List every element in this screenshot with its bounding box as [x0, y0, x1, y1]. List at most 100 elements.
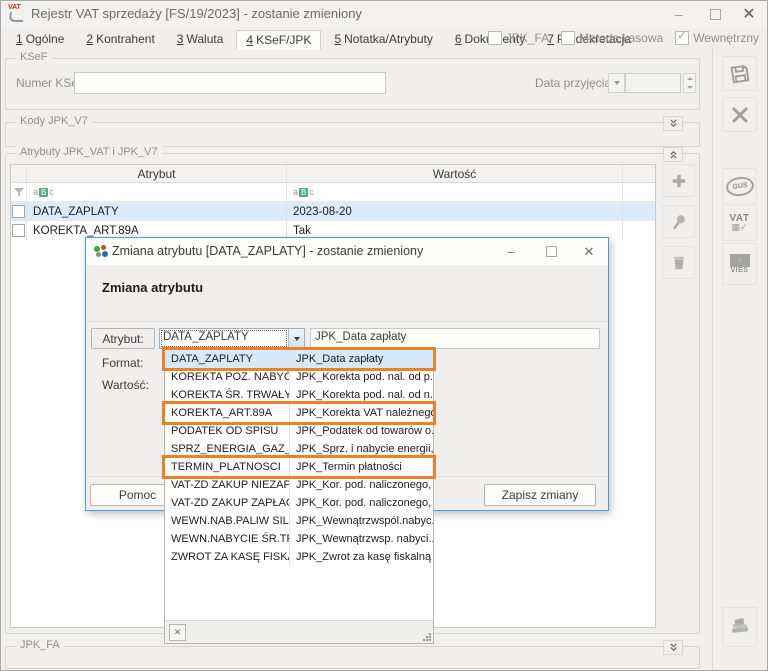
gus-button[interactable]: GUS	[722, 168, 757, 204]
trash-icon	[673, 256, 684, 269]
vat-app-icon: VAT	[7, 4, 26, 23]
row-checkbox[interactable]	[12, 224, 25, 237]
vat-check-button[interactable]: VAT ▦✓	[722, 205, 757, 241]
flag-jpk-fa: JPK_FA	[487, 31, 549, 45]
vat-check-icon: ▦✓	[731, 222, 748, 232]
cancel-x-icon	[732, 107, 747, 122]
edit-attribute-button[interactable]	[662, 205, 695, 238]
eu-flag-icon: ⁘	[729, 254, 750, 267]
dialog-heading: Zmiana atrybutu	[102, 280, 204, 295]
atrybuty-legend: Atrybuty JPK_VAT i JPK_V7	[16, 146, 162, 158]
atrybut-desc-field[interactable]: JPK_Data zapłaty	[310, 328, 600, 349]
dropdown-item[interactable]: KOREKTA ŚR. TRWAŁYCHJPK_Korekta pod. nal…	[165, 386, 433, 404]
ksef-group: KSeF Numer KSeF Data przyjęcia	[5, 51, 700, 110]
clear-filter-button[interactable]: ✕	[169, 624, 186, 641]
window-titlebar: VAT Rejestr VAT sprzedaży [FS/19/2023] -…	[1, 1, 767, 28]
flag-wewnetrzny: Wewnętrzny	[675, 29, 759, 45]
dropdown-item[interactable]: KOREKTA_ART.89A JPK_Korekta VAT należnego…	[162, 401, 436, 425]
dropdown-item[interactable]: WEWN.NAB.PALIW SILN. JPK_Wewnątrzwspól.na…	[165, 512, 433, 530]
tab-notatka-atrybuty[interactable]: 5 Notatka/Atrybuty	[325, 30, 441, 50]
atrybut-combobox-value: DATA_ZAPLATY	[160, 329, 288, 348]
atrybut-combobox[interactable]: DATA_ZAPLATY	[159, 328, 305, 349]
tab-kontrahent[interactable]: 2 Kontrahent	[77, 30, 163, 50]
dropdown-item[interactable]: SPRZ_ENERGIA_GAZ_OOJPK_Sprz. i nabycie e…	[165, 440, 433, 458]
data-przyjecia-spinner	[683, 73, 696, 93]
data-przyjecia-dropdown	[608, 73, 625, 93]
ledger-button[interactable]	[722, 607, 757, 647]
ledger-books-icon	[731, 618, 748, 633]
dropdown-item[interactable]: DATA_ZAPLATY JPK_Data zapłaty	[162, 347, 436, 371]
table-row[interactable]: DATA_ZAPLATY 2023-08-20	[11, 202, 655, 221]
ksef-legend: KSeF	[16, 51, 52, 63]
delete-attribute-button[interactable]	[662, 246, 695, 279]
attribute-dropdown-list: DATA_ZAPLATY JPK_Data zapłaty KOREKTA POZ…	[162, 347, 436, 644]
flag-metoda-kasowa: Metoda kasowa	[561, 31, 663, 45]
filter-cell-wartosc[interactable]: aBc	[287, 183, 623, 201]
attribute-dialog-icon	[94, 245, 108, 258]
data-przyjecia-value	[625, 73, 681, 93]
main-window: VAT Rejestr VAT sprzedaży [FS/19/2023] -…	[0, 0, 768, 671]
cancel-button[interactable]	[722, 97, 757, 132]
filter-funnel-icon	[13, 187, 24, 197]
gus-icon: GUS	[724, 174, 755, 198]
numer-ksef-input[interactable]	[74, 72, 386, 94]
dropdown-item[interactable]: TERMIN_PLATNOSCI JPK_Termin płatności	[162, 455, 436, 479]
kody-jpk-v7-group: Kody JPK_V7	[5, 115, 700, 147]
kody-jpk-v7-legend: Kody JPK_V7	[16, 115, 92, 127]
save-floppy-icon	[730, 64, 749, 83]
dropdown-item[interactable]: KOREKTA POZ. NABYĆ JPK_Korekta pod. nal. …	[165, 368, 433, 386]
tab-waluta[interactable]: 3 Waluta	[168, 30, 233, 50]
cell-atrybut: DATA_ZAPLATY	[27, 202, 287, 221]
dropdown-footer: ✕	[165, 620, 433, 643]
dropdown-item[interactable]: ZWROT ZA KASĘ FISKAL JPK_Zwrot za kasę fi…	[165, 548, 433, 566]
format-label: Format:	[102, 356, 144, 370]
kody-expand-chevron-icon[interactable]	[663, 116, 683, 131]
vies-label: VIES	[730, 267, 749, 274]
resize-grip[interactable]	[423, 633, 431, 641]
text-filter-icon: aBc	[293, 187, 314, 197]
jpk-fa-group: JPK_FA	[5, 639, 700, 669]
jpk-fa-checkbox	[487, 31, 502, 45]
table-filter-row: aBc aBc	[11, 183, 655, 202]
dialog-separator	[87, 321, 607, 322]
dialog-minimize-button[interactable]: –	[498, 241, 524, 262]
save-button[interactable]	[722, 56, 757, 91]
zapisz-zmiany-button[interactable]: Zapisz zmiany	[484, 484, 596, 506]
table-header-row: Atrybut Wartość	[11, 165, 655, 183]
tab-ogolne[interactable]: 1 Ogólne	[7, 30, 73, 50]
cell-wartosc: 2023-08-20	[287, 202, 623, 221]
plus-icon	[672, 174, 685, 187]
add-attribute-button[interactable]	[662, 164, 695, 197]
right-panel-divider	[712, 49, 713, 670]
close-button[interactable]: ✕	[737, 3, 761, 25]
dropdown-item[interactable]: VAT-ZD ZAKUP ZAPŁAC. JPK_Kor. pod. nalicz…	[165, 494, 433, 512]
combobox-arrow-icon[interactable]	[288, 329, 304, 348]
wartosc-label: Wartość:	[102, 378, 149, 392]
filter-cell-atrybut[interactable]: aBc	[27, 183, 287, 201]
column-header-atrybut[interactable]: Atrybut	[27, 165, 287, 182]
minimize-button[interactable]: –	[667, 3, 691, 25]
dropdown-item[interactable]: WEWN.NABYCIE ŚR.TRANJPK_Wewnątrzwsp. nab…	[165, 530, 433, 548]
dialog-title: Zmiana atrybutu [DATA_ZAPLATY] - zostani…	[112, 244, 424, 258]
dialog-titlebar: Zmiana atrybutu [DATA_ZAPLATY] - zostani…	[86, 238, 608, 265]
text-filter-icon: aBc	[33, 187, 54, 197]
vies-button[interactable]: ⁘ VIES	[722, 243, 757, 285]
dialog-maximize-button[interactable]	[538, 241, 564, 262]
atrybut-label-button[interactable]: Atrybut:	[91, 328, 155, 349]
jpk-fa-expand-chevron-icon[interactable]	[663, 640, 683, 655]
metoda-kasowa-checkbox	[561, 31, 576, 45]
header-flags: JPK_FA Metoda kasowa Wewnętrzny	[487, 29, 759, 45]
dropdown-item[interactable]: VAT-ZD ZAKUP NIEZAPŁ JPK_Kor. pod. nalicz…	[165, 476, 433, 494]
dropdown-item[interactable]: PODATEK OD SPISU JPK_Podatek od towarów o…	[165, 422, 433, 440]
maximize-button[interactable]	[703, 3, 727, 25]
tab-ksef-jpk[interactable]: 4 KSeF/JPK	[236, 30, 322, 50]
atrybuty-collapse-chevron-icon[interactable]	[663, 147, 683, 162]
jpk-fa-legend: JPK_FA	[16, 639, 64, 651]
data-przyjecia-label: Data przyjęcia	[535, 76, 612, 90]
magnifier-icon	[672, 214, 685, 229]
wewnetrzny-checkbox	[675, 29, 690, 45]
window-title: Rejestr VAT sprzedaży [FS/19/2023] - zos…	[31, 6, 362, 21]
dialog-close-button[interactable]: ✕	[576, 241, 602, 262]
column-header-wartosc[interactable]: Wartość	[287, 165, 623, 182]
row-checkbox[interactable]	[12, 205, 25, 218]
